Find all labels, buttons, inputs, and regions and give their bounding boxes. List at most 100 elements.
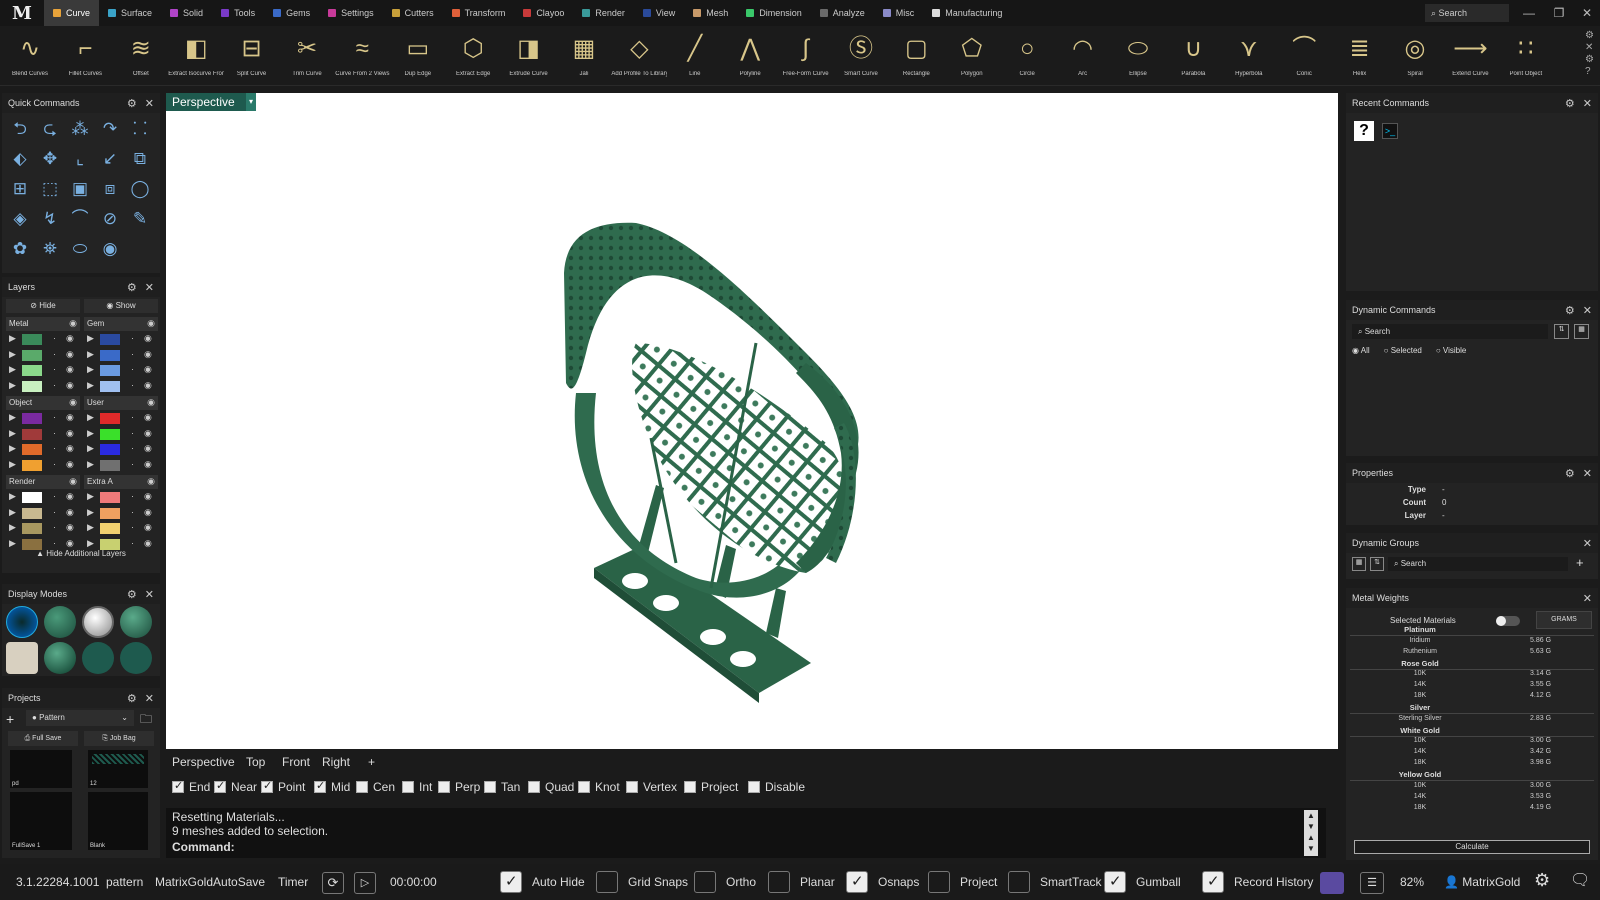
lock-icon[interactable]: · (53, 412, 56, 422)
eye-icon[interactable]: ◉ (144, 349, 152, 360)
layer-color-swatch[interactable] (100, 538, 120, 550)
osnap-checkbox[interactable] (314, 779, 326, 793)
project-thumb[interactable]: FullSave 1 (10, 792, 72, 850)
eye-icon[interactable]: ◉ (69, 476, 77, 487)
lock-icon[interactable]: · (53, 364, 56, 374)
eye-icon[interactable]: ◉ (144, 333, 152, 344)
osnap-checkbox[interactable] (528, 781, 540, 793)
expand-arrow-icon[interactable]: ▶ (87, 349, 94, 360)
layer-color-swatch[interactable] (22, 428, 42, 440)
expand-arrow-icon[interactable]: ▶ (87, 491, 94, 502)
chat-icon[interactable]: 🗨 (1570, 870, 1590, 890)
folder-icon[interactable]: 🗀 (140, 710, 152, 731)
layer-color-swatch[interactable] (22, 507, 42, 519)
shaded-mode-icon[interactable] (44, 606, 76, 638)
expand-arrow-icon[interactable]: ▶ (9, 333, 16, 344)
osnap-project[interactable]: Project (684, 780, 738, 794)
quick-command-icon[interactable]: ⌒ (68, 207, 92, 231)
quick-command-icon[interactable]: ⛯ (38, 237, 62, 261)
osnap-disable[interactable]: Disable (748, 780, 805, 794)
list-icon[interactable]: ☰ (1360, 872, 1384, 894)
status-toggle-auto-hide-checkbox[interactable] (500, 871, 522, 893)
minimize-icon[interactable]: — (1519, 4, 1539, 22)
layer-color-swatch[interactable] (100, 492, 120, 503)
ribbon-hyperbola-button[interactable]: ⋎ Hyperbola (1221, 26, 1277, 84)
menu-tab-view[interactable]: View (634, 0, 684, 26)
layer-group-header[interactable]: Metal ◉ (6, 317, 80, 331)
layer-color-swatch[interactable] (22, 523, 42, 534)
close-icon[interactable]: ✕ (1583, 304, 1592, 317)
quick-command-icon[interactable]: ◈ (8, 207, 32, 231)
layer-color-swatch[interactable] (100, 428, 120, 440)
ribbon-add-profile-to-library-button[interactable]: ◇ Add Profile To Library (611, 26, 667, 84)
add-group-icon[interactable]: + (1576, 555, 1584, 570)
osnap-near[interactable]: Near (214, 779, 257, 794)
quick-command-icon[interactable]: ⁂ (68, 117, 92, 141)
eye-icon[interactable]: ◉ (144, 522, 152, 533)
lock-icon[interactable]: · (131, 491, 134, 501)
quick-command-icon[interactable]: ⧉ (128, 147, 152, 171)
lock-icon[interactable]: · (131, 349, 134, 359)
menu-tab-settings[interactable]: Settings (319, 0, 383, 26)
menu-tab-dimension[interactable]: Dimension (737, 0, 811, 26)
osnap-int[interactable]: Int (402, 780, 432, 794)
layer-color-swatch[interactable] (100, 413, 120, 424)
ribbon-extrude-curve-button[interactable]: ◨ Extrude Curve (501, 26, 557, 84)
layer-group-header[interactable]: Object ◉ (6, 396, 80, 410)
eye-icon[interactable]: ◉ (147, 476, 155, 487)
quick-command-icon[interactable]: ⧈ (98, 177, 122, 201)
eye-icon[interactable]: ◉ (147, 397, 155, 408)
matrixgold-app-icon[interactable] (1320, 872, 1344, 894)
ribbon-helix-button[interactable]: ≣ Helix (1332, 26, 1388, 84)
ribbon-line-button[interactable]: ╱ Line (667, 26, 723, 84)
ribbon-extract-isocurve-from-button[interactable]: ◧ Extract Isocurve From... (168, 26, 224, 84)
quick-command-icon[interactable]: ⬖ (8, 147, 32, 171)
expand-arrow-icon[interactable]: ▶ (87, 459, 94, 470)
lock-icon[interactable]: · (53, 428, 56, 438)
rendered-mode-icon[interactable] (82, 606, 114, 638)
view-tab-right[interactable]: Right (322, 755, 350, 769)
osnap-checkbox[interactable] (438, 781, 450, 793)
close-icon[interactable]: ✕ (145, 588, 154, 601)
eye-icon[interactable]: ◉ (144, 380, 152, 391)
close-window-icon[interactable]: ✕ (1577, 4, 1597, 22)
close-icon[interactable]: ✕ (1583, 537, 1592, 550)
layer-color-swatch[interactable] (100, 507, 120, 519)
layer-color-swatch[interactable] (100, 365, 120, 376)
eye-icon[interactable]: ◉ (144, 443, 152, 454)
lock-icon[interactable]: · (53, 538, 56, 548)
osnap-checkbox[interactable] (356, 781, 368, 793)
status-toggle-gumball-checkbox[interactable] (1104, 871, 1126, 893)
osnap-point[interactable]: Point (261, 779, 305, 794)
expand-arrow-icon[interactable]: ▶ (9, 459, 16, 470)
sort-icon[interactable]: ⇅ (1554, 324, 1569, 339)
settings-icon[interactable]: ⚙ (1565, 467, 1575, 480)
selected-materials-toggle[interactable] (1496, 616, 1520, 626)
ribbon-conic-button[interactable]: ⌒ Conic (1276, 26, 1332, 84)
project-thumb[interactable]: Blank (88, 792, 148, 850)
layer-color-swatch[interactable] (100, 334, 120, 345)
osnap-checkbox[interactable] (214, 779, 226, 793)
layer-color-swatch[interactable] (22, 444, 42, 455)
menu-tab-misc[interactable]: Misc (874, 0, 924, 26)
ribbon-polyline-button[interactable]: ⋀ Polyline (722, 26, 778, 84)
ribbon-offset-button[interactable]: ≋ Offset (113, 26, 169, 84)
layer-color-swatch[interactable] (22, 492, 42, 503)
status-toggle-ortho-checkbox[interactable] (694, 871, 716, 893)
eye-icon[interactable]: ◉ (69, 318, 77, 329)
menu-tab-manufacturing[interactable]: Manufacturing (923, 0, 1011, 26)
expand-arrow-icon[interactable]: ▶ (87, 333, 94, 344)
quick-command-icon[interactable]: ↷ (98, 117, 122, 141)
quick-command-icon[interactable]: ⬭ (68, 237, 92, 261)
status-toggle-project-checkbox[interactable] (928, 871, 950, 893)
layer-color-swatch[interactable] (100, 349, 120, 361)
eye-icon[interactable]: ◉ (144, 459, 152, 470)
hide-layers-button[interactable]: ⊘ Hide (6, 299, 80, 313)
expand-arrow-icon[interactable]: ▶ (9, 380, 16, 391)
view-tab-front[interactable]: Front (282, 755, 310, 769)
project-thumb[interactable]: 12 (88, 750, 148, 788)
viewport-perspective[interactable] (166, 93, 1338, 749)
lock-icon[interactable]: · (53, 522, 56, 532)
osnap-vertex[interactable]: Vertex (626, 780, 677, 794)
eye-icon[interactable]: ◉ (147, 318, 155, 329)
